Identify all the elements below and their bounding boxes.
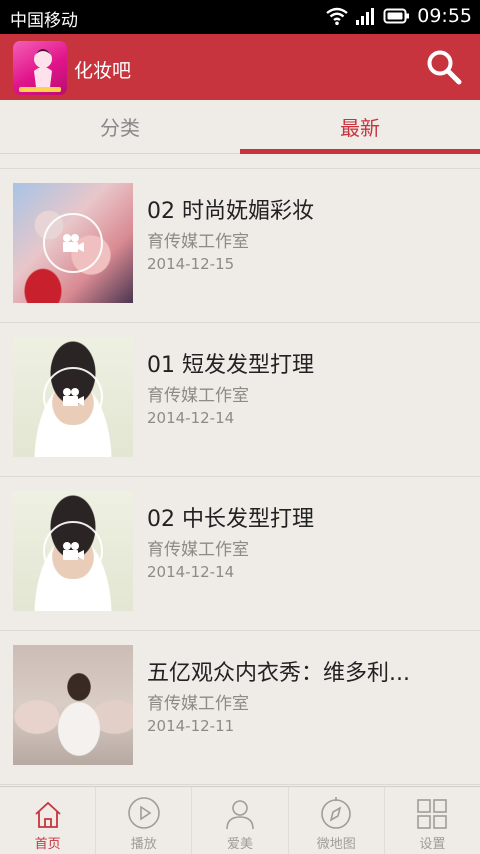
grid-icon xyxy=(417,799,448,829)
play-icon xyxy=(127,797,160,829)
search-button[interactable] xyxy=(424,47,464,87)
carrier-name: 中国移动 xyxy=(10,11,78,31)
video-thumbnail xyxy=(13,491,133,611)
video-title: 五亿观众内衣秀：维多利... xyxy=(147,661,410,686)
nav-home[interactable]: 首页 xyxy=(0,787,97,854)
video-author: 育传媒工作室 xyxy=(147,386,249,406)
video-camera-icon xyxy=(63,234,84,252)
nav-map[interactable]: 微地图 xyxy=(289,787,385,854)
video-author: 育传媒工作室 xyxy=(147,694,249,714)
video-title: 02 时尚妩媚彩妆 xyxy=(147,199,314,224)
nav-label: 微地图 xyxy=(316,837,356,852)
user-icon xyxy=(226,800,254,830)
battery-icon xyxy=(383,8,410,24)
list-item[interactable]: 01 短发发型打理 育传媒工作室 2014-12-14 xyxy=(0,323,480,477)
bottom-nav: 首页 播放 爱美 微地图 设置 xyxy=(0,786,480,854)
clock: 09:55 xyxy=(417,5,472,27)
video-date: 2014-12-15 xyxy=(147,255,235,273)
signal-icon xyxy=(356,8,375,25)
play-overlay xyxy=(43,367,103,427)
video-date: 2014-12-14 xyxy=(147,563,235,581)
video-date: 2014-12-11 xyxy=(147,717,235,735)
video-list: 02 时尚妩媚彩妆 育传媒工作室 2014-12-15 01 短发发型打理 育传… xyxy=(0,168,480,785)
nav-settings[interactable]: 设置 xyxy=(385,787,480,854)
video-author: 育传媒工作室 xyxy=(147,232,249,252)
tab-latest[interactable]: 最新 xyxy=(240,100,480,154)
video-title: 01 短发发型打理 xyxy=(147,353,314,378)
status-bar: 中国移动 09:55 xyxy=(0,0,480,34)
video-thumbnail xyxy=(13,645,133,765)
nav-label: 设置 xyxy=(419,837,446,852)
play-overlay xyxy=(43,521,103,581)
status-indicators: 09:55 xyxy=(325,5,472,27)
play-overlay xyxy=(43,213,103,273)
nav-beauty[interactable]: 爱美 xyxy=(192,787,289,854)
search-icon xyxy=(427,50,462,85)
video-title: 02 中长发型打理 xyxy=(147,507,314,532)
video-thumbnail xyxy=(13,337,133,457)
app-title: 化妆吧 xyxy=(74,60,132,82)
nav-label: 首页 xyxy=(34,837,61,852)
wifi-icon xyxy=(326,7,348,26)
video-thumbnail xyxy=(13,183,133,303)
compass-icon xyxy=(321,797,352,829)
home-icon xyxy=(34,801,61,828)
nav-label: 播放 xyxy=(130,837,157,852)
list-item[interactable]: 02 时尚妩媚彩妆 育传媒工作室 2014-12-15 xyxy=(0,169,480,323)
tab-bar: 分类 最新 xyxy=(0,100,480,154)
list-item[interactable]: 五亿观众内衣秀：维多利... 育传媒工作室 2014-12-11 xyxy=(0,631,480,785)
video-date: 2014-12-14 xyxy=(147,409,235,427)
nav-label: 爱美 xyxy=(227,837,254,852)
video-camera-icon xyxy=(63,388,84,406)
tab-category[interactable]: 分类 xyxy=(0,100,240,153)
video-camera-icon xyxy=(63,542,84,560)
makeup-logo xyxy=(13,41,67,95)
app-header: 化妆吧 xyxy=(0,34,480,100)
video-author: 育传媒工作室 xyxy=(147,540,249,560)
nav-play[interactable]: 播放 xyxy=(96,787,193,854)
list-item[interactable]: 02 中长发型打理 育传媒工作室 2014-12-14 xyxy=(0,477,480,631)
